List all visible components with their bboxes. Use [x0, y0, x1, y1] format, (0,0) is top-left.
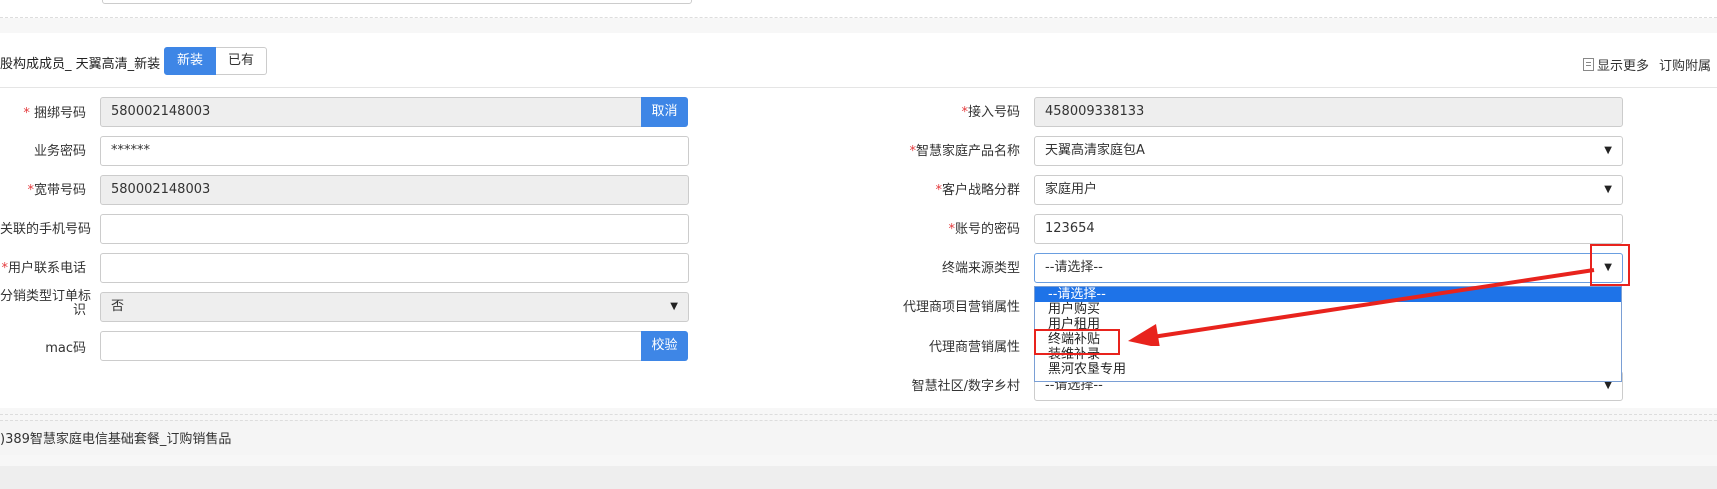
caret-down-icon: ▼	[670, 301, 678, 312]
select-value: --请选择--	[1045, 260, 1103, 275]
divider	[0, 17, 1717, 18]
toggle-new-button[interactable]: 新装	[164, 47, 217, 75]
label-text: 宽带号码	[33, 183, 86, 198]
cancel-button[interactable]: 取消	[641, 97, 688, 127]
show-more-link[interactable]: 显示更多	[1583, 55, 1649, 74]
toggle-existing-button[interactable]: 已有	[216, 47, 268, 75]
select-value: 否	[111, 299, 125, 314]
document-icon	[1583, 58, 1594, 71]
agent-marketing-attr-label: 代理商营销属性	[928, 340, 1020, 355]
option-highlight-box	[1034, 329, 1120, 355]
distribution-order-flag-label: 分销类型订单标识	[0, 290, 91, 318]
access-number-label: *接入号码	[860, 101, 1020, 120]
caret-down-icon: ▼	[1604, 184, 1612, 195]
select-value: 天翼高清家庭包A	[1045, 143, 1145, 158]
dropdown-option[interactable]: 黑河农垦专用	[1035, 362, 1621, 377]
business-password-label: 业务密码	[33, 144, 86, 159]
new-existing-toggle: 新装 已有	[164, 47, 268, 75]
label-text: 客户战略分群	[941, 183, 1020, 198]
linked-phone-label: 关联的手机号码	[0, 222, 92, 237]
select-value: 家庭用户	[1045, 182, 1098, 197]
label-text: 账号的密码	[954, 222, 1020, 237]
previous-input[interactable]	[102, 0, 692, 4]
user-contact-phone-input[interactable]	[100, 253, 689, 283]
mac-input[interactable]	[100, 331, 643, 361]
label-line-2: 识	[72, 303, 86, 318]
bottom-band	[0, 466, 1717, 489]
verify-button[interactable]: 校验	[641, 331, 688, 361]
footer-title: )389智慧家庭电信基础套餐_订购销售品	[0, 432, 232, 447]
smart-community-label: 智慧社区/数字乡村	[911, 379, 1020, 394]
smart-home-product-select[interactable]: 天翼高清家庭包A ▼	[1034, 136, 1623, 166]
bind-number-input[interactable]: 580002148003	[100, 97, 643, 127]
label-text: 捆绑号码	[33, 106, 86, 121]
annotation-arrow-icon	[1128, 268, 1595, 346]
order-attach-link[interactable]: 订购附属	[1659, 55, 1711, 74]
required-mark: *	[23, 106, 30, 121]
smart-home-product-label: *智慧家庭产品名称	[860, 140, 1020, 159]
account-password-input[interactable]: 123654	[1034, 214, 1623, 244]
customer-strategy-label: *客户战略分群	[860, 179, 1020, 198]
linked-phone-input[interactable]	[100, 214, 689, 244]
label-text: 智慧家庭产品名称	[915, 144, 1020, 159]
mac-label: mac码	[45, 341, 86, 356]
bind-number-label: * 捆绑号码	[0, 102, 86, 121]
label-text: 用户联系电话	[7, 261, 86, 276]
account-password-label: *账号的密码	[860, 218, 1020, 237]
distribution-order-flag-select[interactable]: 否 ▼	[100, 292, 689, 322]
business-password-input[interactable]: ******	[100, 136, 689, 166]
terminal-source-type-label: 终端来源类型	[941, 261, 1020, 276]
access-number-input[interactable]: 458009338133	[1034, 97, 1623, 127]
user-contact-phone-label: *用户联系电话	[0, 257, 86, 276]
agent-project-attr-label: 代理商项目营销属性	[902, 300, 1020, 315]
section-title: 股构成成员_ 天翼高清_新装	[0, 57, 161, 72]
footer-band	[0, 420, 1717, 455]
broadband-number-input[interactable]: 580002148003	[100, 175, 689, 205]
show-more-label: 显示更多	[1597, 59, 1650, 74]
divider	[0, 414, 1717, 415]
customer-strategy-select[interactable]: 家庭用户 ▼	[1034, 175, 1623, 205]
label-line-1: 分销类型订单标	[0, 289, 92, 304]
header-divider	[0, 87, 1717, 88]
caret-down-icon: ▼	[1604, 145, 1612, 156]
label-text: 接入号码	[967, 105, 1020, 120]
dropdown-option[interactable]: 装维补录	[1035, 347, 1621, 362]
broadband-number-label: *宽带号码	[0, 179, 86, 198]
